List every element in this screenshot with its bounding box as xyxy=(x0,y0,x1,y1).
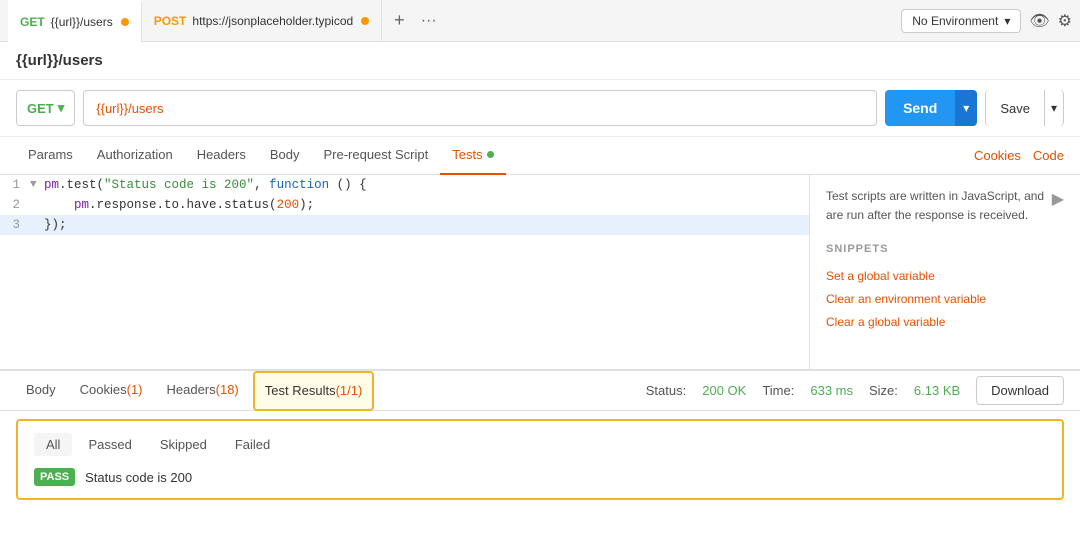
snippet-set-global[interactable]: Set a global variable xyxy=(826,267,1064,286)
time-label: Time: xyxy=(762,383,794,398)
filter-tabs: All Passed Skipped Failed xyxy=(34,433,1046,456)
code-editor[interactable]: 1 ▼ pm.test("Status code is 200", functi… xyxy=(0,175,810,369)
size-label: Size: xyxy=(869,383,898,398)
tab-authorization[interactable]: Authorization xyxy=(85,137,185,175)
resp-tab-body[interactable]: Body xyxy=(16,371,66,411)
main-content: 1 ▼ pm.test("Status code is 200", functi… xyxy=(0,175,1080,370)
url-bar: GET ▾ Send ▾ Save ▾ xyxy=(0,80,1080,137)
download-button[interactable]: Download xyxy=(976,376,1064,405)
tab-dot-get xyxy=(121,18,129,26)
more-tabs-button[interactable]: ··· xyxy=(417,8,441,34)
code-link[interactable]: Code xyxy=(1033,148,1064,163)
tests-active-dot xyxy=(487,151,494,158)
save-main-button[interactable]: Save xyxy=(986,90,1044,126)
new-tab-button[interactable]: + xyxy=(390,6,409,35)
request-tab-right: Cookies Code xyxy=(974,148,1064,163)
editor-sidebar: ▶ Test scripts are written in JavaScript… xyxy=(810,175,1080,369)
tab-body[interactable]: Body xyxy=(258,137,312,175)
gear-icon[interactable]: ⚙ xyxy=(1058,11,1072,31)
method-value: GET xyxy=(27,101,54,116)
code-line-2: 2 pm.response.to.have.status(200); xyxy=(0,195,809,215)
time-value: 633 ms xyxy=(810,383,853,398)
method-label-get: GET xyxy=(20,15,45,29)
snippet-clear-global[interactable]: Clear a global variable xyxy=(826,313,1064,332)
tab-pre-request-script[interactable]: Pre-request Script xyxy=(311,137,440,175)
filter-failed[interactable]: Failed xyxy=(223,433,282,456)
response-area: Body Cookies (1) Headers (18) Test Resul… xyxy=(0,370,1080,500)
fold-indicator-1[interactable]: ▼ xyxy=(30,175,44,195)
fold-indicator-3 xyxy=(30,215,44,235)
test-results-badge: (1/1) xyxy=(336,383,363,398)
send-dropdown-button[interactable]: ▾ xyxy=(955,90,977,126)
filter-skipped[interactable]: Skipped xyxy=(148,433,219,456)
resp-tab-headers[interactable]: Headers (18) xyxy=(157,371,249,411)
cookies-badge: (1) xyxy=(127,382,143,397)
url-input[interactable] xyxy=(83,90,877,126)
tab-get-users[interactable]: GET {{url}}/users xyxy=(8,0,142,42)
tab-url-post: https://jsonplaceholder.typicod xyxy=(192,14,353,28)
filter-all[interactable]: All xyxy=(34,433,72,456)
status-label: Status: xyxy=(646,383,686,398)
snippet-clear-env[interactable]: Clear an environment variable xyxy=(826,290,1064,309)
request-tabs: Params Authorization Headers Body Pre-re… xyxy=(0,137,1080,175)
resp-tab-cookies[interactable]: Cookies (1) xyxy=(70,371,153,411)
tab-dot-post xyxy=(361,17,369,25)
tab-bar: GET {{url}}/users POST https://jsonplace… xyxy=(0,0,1080,42)
code-content-2: pm.response.to.have.status(200); xyxy=(44,195,809,215)
test-name: Status code is 200 xyxy=(85,470,192,485)
eye-icon[interactable]: 👁 xyxy=(1029,11,1049,31)
pass-badge: PASS xyxy=(34,468,75,486)
cookies-link[interactable]: Cookies xyxy=(974,148,1021,163)
method-label-post: POST xyxy=(154,14,187,28)
request-title: {{url}}/users xyxy=(0,42,1080,80)
status-info: Status: 200 OK Time: 633 ms Size: 6.13 K… xyxy=(646,376,1064,405)
sidebar-expand-icon[interactable]: ▶ xyxy=(1052,187,1064,213)
send-button[interactable]: Send ▾ xyxy=(885,90,977,126)
filter-passed[interactable]: Passed xyxy=(76,433,143,456)
environment-label: No Environment xyxy=(912,14,998,28)
chevron-down-icon: ▾ xyxy=(1004,14,1010,28)
tab-post[interactable]: POST https://jsonplaceholder.typicod xyxy=(142,0,382,42)
tab-actions: + ··· xyxy=(390,6,441,35)
method-chevron-icon: ▾ xyxy=(58,100,65,116)
headers-badge: (18) xyxy=(216,382,239,397)
line-number-1: 1 xyxy=(0,175,30,195)
tab-params[interactable]: Params xyxy=(16,137,85,175)
snippets-title: SNIPPETS xyxy=(826,241,1064,259)
send-main-button[interactable]: Send xyxy=(885,90,955,126)
save-dropdown-button[interactable]: ▾ xyxy=(1044,90,1063,126)
tab-url-get: {{url}}/users xyxy=(51,15,113,29)
tab-headers[interactable]: Headers xyxy=(185,137,258,175)
fold-indicator-2 xyxy=(30,195,44,215)
test-row: PASS Status code is 200 xyxy=(34,468,1046,486)
tab-tests[interactable]: Tests xyxy=(440,137,505,175)
resp-tab-test-results[interactable]: Test Results (1/1) xyxy=(253,371,375,411)
code-content-1: pm.test("Status code is 200", function (… xyxy=(44,175,809,195)
sidebar-info-text: Test scripts are written in JavaScript, … xyxy=(826,189,1044,222)
test-results-panel: All Passed Skipped Failed PASS Status co… xyxy=(16,419,1064,500)
environment-select[interactable]: No Environment ▾ xyxy=(901,9,1021,33)
code-line-1: 1 ▼ pm.test("Status code is 200", functi… xyxy=(0,175,809,195)
size-value: 6.13 KB xyxy=(914,383,960,398)
sidebar-info: ▶ Test scripts are written in JavaScript… xyxy=(826,187,1064,225)
save-button[interactable]: Save ▾ xyxy=(985,90,1064,126)
method-select[interactable]: GET ▾ xyxy=(16,90,75,126)
code-line-3: 3 }); xyxy=(0,215,809,235)
environment-section: No Environment ▾ 👁 ⚙ xyxy=(901,9,1072,33)
code-content-3: }); xyxy=(44,215,809,235)
response-tabs-bar: Body Cookies (1) Headers (18) Test Resul… xyxy=(0,371,1080,411)
line-number-2: 2 xyxy=(0,195,30,215)
status-value: 200 OK xyxy=(702,383,746,398)
line-number-3: 3 xyxy=(0,215,30,235)
